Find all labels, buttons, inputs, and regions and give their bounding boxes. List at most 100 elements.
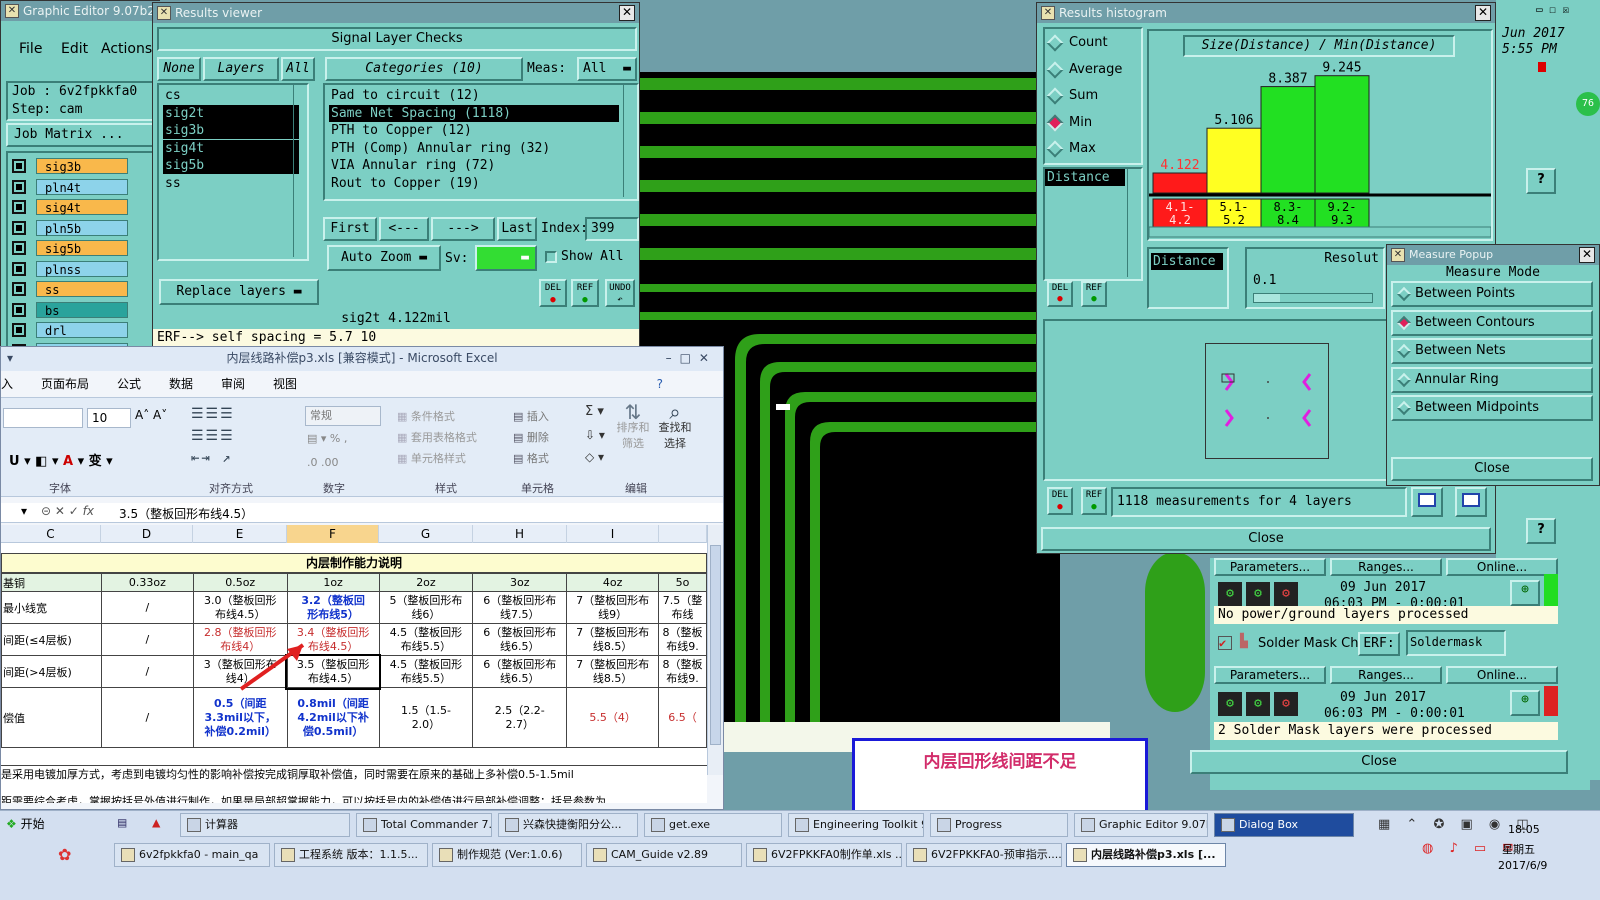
ranges-button-2[interactable]: Ranges... [1330,666,1442,684]
table-cell[interactable]: 4.5（整板回形 布线5.5） [378,655,474,688]
layer-checkbox[interactable] [12,220,26,235]
taskbar-button[interactable]: 工程系统 版本：1.1.5... [274,843,428,867]
replace-layers-button[interactable]: Replace layers ▬ [159,279,319,305]
measure-option[interactable]: Between Nets [1391,338,1593,364]
layer-item[interactable]: bs [36,301,128,318]
prev-button[interactable]: <--- [379,217,429,241]
layer-checkbox[interactable] [12,159,26,173]
bar[interactable] [1314,75,1370,194]
fill-icon[interactable]: ⇩ ▾ [585,428,605,442]
category-item[interactable]: Pad to circuit (12) [329,87,619,104]
table-cell[interactable]: 4.5（整板回形 布线5.5） [378,623,474,656]
close-icon[interactable]: ✕ [1475,5,1491,21]
taskbar-button[interactable]: Graphic Editor 9.07b2... [1074,813,1208,837]
measure-option[interactable]: Between Points [1391,281,1593,307]
measure-option[interactable]: Between Contours [1391,309,1593,336]
export-icon[interactable] [1411,487,1443,517]
taskbar-button[interactable]: get.exe [644,813,782,837]
column-header[interactable] [659,525,707,543]
ribbon-tab[interactable]: 审阅 [221,373,245,395]
hist-del-button[interactable]: DEL ● [1047,281,1073,307]
layer-item[interactable]: pln5b [36,219,128,236]
checklist-close-button[interactable]: Close [1190,750,1568,774]
help-button[interactable]: ? [1526,168,1556,194]
desktop-icon[interactable]: ✿ [58,845,71,864]
sheet-grid[interactable]: 内层制作能力说明 基铜 0.33oz 0.5oz 1oz 2oz 3oz 4oz 5o 最小线宽… [1,543,707,803]
layer-checkbox[interactable] [12,261,26,276]
table-cell[interactable]: 3.0（整板回形 布线4.5） [192,591,288,624]
table-cell[interactable]: 0.8mil（间距 4.2mil以下补 偿0.5mil） [286,687,380,748]
header-cell[interactable]: 基铜 [1,573,102,592]
first-button[interactable]: First [323,217,377,241]
taskbar-button[interactable]: 6V2FPKKFA0制作单.xls ... [746,843,902,867]
bar[interactable] [1206,127,1262,194]
table-cell[interactable]: 1.5（1.5- 2.0） [378,687,474,748]
hist-del2-button[interactable]: DEL ● [1047,487,1073,515]
resolution-slider[interactable] [1253,293,1373,303]
solder-checkbox[interactable]: ✔ [1218,636,1232,650]
row-label-cell[interactable]: 偿值 [1,687,102,748]
taskbar-button[interactable]: 计算器 [180,813,350,837]
taskbar-button[interactable]: Progress [930,813,1068,837]
layers-button[interactable]: Layers [203,57,279,81]
cell-item[interactable]: ▤ 删除 [513,427,549,448]
decimal-buttons[interactable]: .0 .00 [307,456,339,469]
ref-button[interactable]: REF ● [571,279,599,307]
start-button[interactable]: ❖ 开始 [2,813,54,837]
hist-titlebar[interactable]: ✕ Results histogram ✕ [1037,3,1495,23]
taskbar-button[interactable]: CAM_Guide v2.89 [586,843,742,867]
table-cell[interactable]: 6（整板回形布 线6.5） [472,655,568,688]
underline-icon[interactable]: U ▾ ◧ ▾ A ▾ 变 ▾ [9,450,113,469]
index-input[interactable]: 399 [585,217,639,241]
online-button[interactable]: Online... [1446,558,1558,576]
close-icon[interactable]: ✕ [619,5,635,21]
layer-item[interactable]: sig5b [36,240,128,256]
category-item[interactable]: VIA Annular ring (72) [329,157,619,174]
quicklaunch-icon[interactable]: ▤ [118,815,126,831]
table-cell[interactable]: 8（整板 布线9. [658,655,707,688]
layer-item[interactable]: pln4t [36,178,128,195]
undo-button[interactable]: UNDO ↶ [605,279,635,307]
menu-actions[interactable]: Actions [101,41,152,57]
table-cell[interactable]: / [100,655,194,688]
online-button-2[interactable]: Online... [1446,666,1558,684]
header-cell[interactable]: 5o [658,573,707,592]
style-item[interactable]: ▦ 套用表格格式 [397,427,477,448]
grow-font-icon[interactable]: A˄ A˅ [135,408,167,422]
run-icon[interactable]: ⚙ [1246,692,1270,716]
menu-file[interactable]: File [19,41,42,57]
rv-layer-item[interactable]: sig2t [163,104,299,122]
job-matrix-button[interactable]: Job Matrix ... [6,123,154,147]
cell-item[interactable]: ▤ 插入 [513,406,549,427]
run-icon[interactable]: ⚙ [1246,582,1270,606]
help-button-2[interactable]: ? [1526,518,1556,544]
column-header[interactable]: I [567,525,659,543]
header-cell[interactable]: 0.5oz [192,573,288,592]
style-item[interactable]: ▦ 单元格样式 [397,448,477,469]
table-cell[interactable]: 7.5（整 布线 [658,591,707,624]
attr-scrollbar[interactable] [1127,169,1139,277]
column-header[interactable]: C [1,525,101,543]
table-cell[interactable]: 7（整板回形布 线8.5） [566,623,660,656]
layer-checkbox[interactable] [12,282,26,296]
excel-titlebar[interactable]: 内层线路补偿p3.xls [兼容模式] - Microsoft Excel ▾ … [1,347,723,371]
window-controls[interactable]: –□✕ [666,347,717,369]
rv-layer-item[interactable]: cs [163,87,299,104]
ribbon-tab[interactable]: 页面布局 [41,373,89,395]
name-box-dropdown[interactable]: ▾ [21,504,27,518]
category-item[interactable]: PTH to Copper (12) [329,122,619,139]
header-cell[interactable]: 1oz [286,573,380,592]
table-cell[interactable]: / [100,687,194,748]
ribbon-tab[interactable]: 数据 [169,373,193,395]
bar[interactable] [1152,172,1208,194]
zoom-icon[interactable]: ⊕ [1510,580,1540,606]
bar[interactable] [1260,86,1316,194]
table-cell[interactable]: / [100,591,194,624]
table-cell[interactable]: 6（整板回形布 线6.5） [472,623,568,656]
category-item[interactable]: Rout to Copper (19) [329,175,619,192]
ge-titlebar[interactable]: ✕ Graphic Editor 9.07b2 ( [1,1,161,21]
column-header[interactable]: H [473,525,567,543]
measure-option[interactable]: Between Midpoints [1391,395,1593,421]
next-button[interactable]: ---> [431,217,495,241]
category-scrollbar[interactable] [623,85,635,197]
